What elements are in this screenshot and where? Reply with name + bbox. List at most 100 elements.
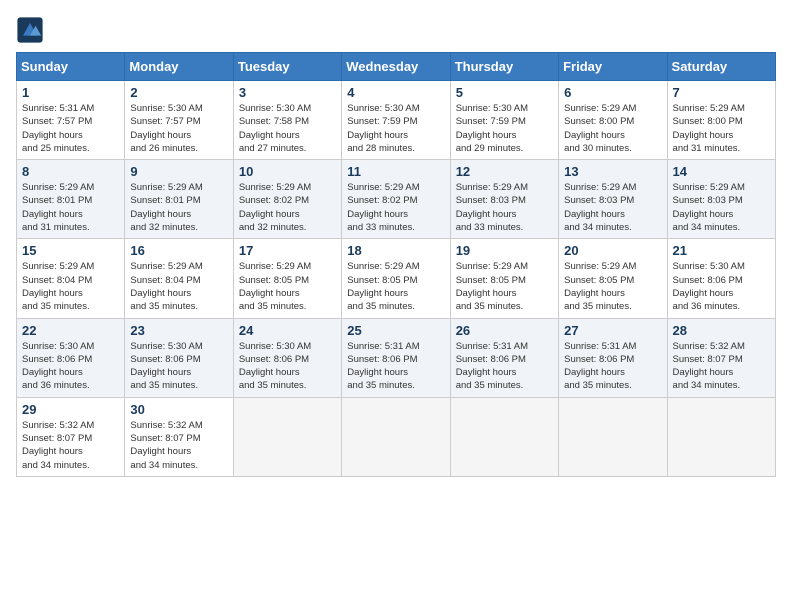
day-info: Sunrise: 5:29 AM Sunset: 8:00 PM Dayligh… (673, 102, 770, 155)
day-number: 10 (239, 164, 336, 179)
calendar-cell: 10 Sunrise: 5:29 AM Sunset: 8:02 PM Dayl… (233, 160, 341, 239)
calendar-cell: 26 Sunrise: 5:31 AM Sunset: 8:06 PM Dayl… (450, 318, 558, 397)
day-info: Sunrise: 5:29 AM Sunset: 8:05 PM Dayligh… (564, 260, 661, 313)
calendar-cell (559, 397, 667, 476)
calendar-cell: 17 Sunrise: 5:29 AM Sunset: 8:05 PM Dayl… (233, 239, 341, 318)
day-number: 2 (130, 85, 227, 100)
day-number: 5 (456, 85, 553, 100)
day-number: 20 (564, 243, 661, 258)
logo-icon (16, 16, 44, 44)
calendar-table: SundayMondayTuesdayWednesdayThursdayFrid… (16, 52, 776, 477)
column-header-monday: Monday (125, 53, 233, 81)
day-number: 26 (456, 323, 553, 338)
day-info: Sunrise: 5:29 AM Sunset: 8:03 PM Dayligh… (456, 181, 553, 234)
calendar-cell: 27 Sunrise: 5:31 AM Sunset: 8:06 PM Dayl… (559, 318, 667, 397)
day-number: 4 (347, 85, 444, 100)
day-info: Sunrise: 5:32 AM Sunset: 8:07 PM Dayligh… (673, 340, 770, 393)
calendar-cell: 28 Sunrise: 5:32 AM Sunset: 8:07 PM Dayl… (667, 318, 775, 397)
calendar-week-row: 15 Sunrise: 5:29 AM Sunset: 8:04 PM Dayl… (17, 239, 776, 318)
calendar-cell: 11 Sunrise: 5:29 AM Sunset: 8:02 PM Dayl… (342, 160, 450, 239)
day-number: 19 (456, 243, 553, 258)
day-number: 12 (456, 164, 553, 179)
calendar-cell: 3 Sunrise: 5:30 AM Sunset: 7:58 PM Dayli… (233, 81, 341, 160)
day-info: Sunrise: 5:29 AM Sunset: 8:01 PM Dayligh… (130, 181, 227, 234)
calendar-cell: 19 Sunrise: 5:29 AM Sunset: 8:05 PM Dayl… (450, 239, 558, 318)
page-header (16, 16, 776, 44)
day-info: Sunrise: 5:31 AM Sunset: 7:57 PM Dayligh… (22, 102, 119, 155)
calendar-cell: 29 Sunrise: 5:32 AM Sunset: 8:07 PM Dayl… (17, 397, 125, 476)
calendar-cell: 6 Sunrise: 5:29 AM Sunset: 8:00 PM Dayli… (559, 81, 667, 160)
calendar-cell: 12 Sunrise: 5:29 AM Sunset: 8:03 PM Dayl… (450, 160, 558, 239)
day-info: Sunrise: 5:29 AM Sunset: 8:05 PM Dayligh… (239, 260, 336, 313)
day-number: 22 (22, 323, 119, 338)
calendar-cell: 30 Sunrise: 5:32 AM Sunset: 8:07 PM Dayl… (125, 397, 233, 476)
calendar-week-row: 29 Sunrise: 5:32 AM Sunset: 8:07 PM Dayl… (17, 397, 776, 476)
calendar-cell: 8 Sunrise: 5:29 AM Sunset: 8:01 PM Dayli… (17, 160, 125, 239)
calendar-week-row: 8 Sunrise: 5:29 AM Sunset: 8:01 PM Dayli… (17, 160, 776, 239)
column-header-saturday: Saturday (667, 53, 775, 81)
day-number: 18 (347, 243, 444, 258)
day-number: 11 (347, 164, 444, 179)
day-number: 27 (564, 323, 661, 338)
column-header-thursday: Thursday (450, 53, 558, 81)
calendar-cell: 14 Sunrise: 5:29 AM Sunset: 8:03 PM Dayl… (667, 160, 775, 239)
day-info: Sunrise: 5:29 AM Sunset: 8:04 PM Dayligh… (22, 260, 119, 313)
day-info: Sunrise: 5:29 AM Sunset: 8:04 PM Dayligh… (130, 260, 227, 313)
day-number: 6 (564, 85, 661, 100)
day-info: Sunrise: 5:30 AM Sunset: 7:58 PM Dayligh… (239, 102, 336, 155)
day-number: 15 (22, 243, 119, 258)
day-info: Sunrise: 5:30 AM Sunset: 7:59 PM Dayligh… (347, 102, 444, 155)
day-info: Sunrise: 5:30 AM Sunset: 8:06 PM Dayligh… (673, 260, 770, 313)
day-info: Sunrise: 5:32 AM Sunset: 8:07 PM Dayligh… (22, 419, 119, 472)
calendar-cell: 23 Sunrise: 5:30 AM Sunset: 8:06 PM Dayl… (125, 318, 233, 397)
calendar-cell: 4 Sunrise: 5:30 AM Sunset: 7:59 PM Dayli… (342, 81, 450, 160)
day-info: Sunrise: 5:29 AM Sunset: 8:01 PM Dayligh… (22, 181, 119, 234)
calendar-cell: 2 Sunrise: 5:30 AM Sunset: 7:57 PM Dayli… (125, 81, 233, 160)
day-info: Sunrise: 5:29 AM Sunset: 8:05 PM Dayligh… (456, 260, 553, 313)
day-info: Sunrise: 5:30 AM Sunset: 8:06 PM Dayligh… (239, 340, 336, 393)
day-info: Sunrise: 5:32 AM Sunset: 8:07 PM Dayligh… (130, 419, 227, 472)
calendar-cell: 21 Sunrise: 5:30 AM Sunset: 8:06 PM Dayl… (667, 239, 775, 318)
column-header-wednesday: Wednesday (342, 53, 450, 81)
day-number: 9 (130, 164, 227, 179)
day-info: Sunrise: 5:29 AM Sunset: 8:05 PM Dayligh… (347, 260, 444, 313)
calendar-cell (450, 397, 558, 476)
day-number: 13 (564, 164, 661, 179)
day-number: 1 (22, 85, 119, 100)
column-header-tuesday: Tuesday (233, 53, 341, 81)
day-number: 30 (130, 402, 227, 417)
day-info: Sunrise: 5:29 AM Sunset: 8:02 PM Dayligh… (347, 181, 444, 234)
calendar-header-row: SundayMondayTuesdayWednesdayThursdayFrid… (17, 53, 776, 81)
calendar-cell: 20 Sunrise: 5:29 AM Sunset: 8:05 PM Dayl… (559, 239, 667, 318)
calendar-cell: 25 Sunrise: 5:31 AM Sunset: 8:06 PM Dayl… (342, 318, 450, 397)
day-number: 25 (347, 323, 444, 338)
day-info: Sunrise: 5:30 AM Sunset: 8:06 PM Dayligh… (22, 340, 119, 393)
calendar-cell: 5 Sunrise: 5:30 AM Sunset: 7:59 PM Dayli… (450, 81, 558, 160)
day-number: 14 (673, 164, 770, 179)
day-number: 24 (239, 323, 336, 338)
calendar-week-row: 22 Sunrise: 5:30 AM Sunset: 8:06 PM Dayl… (17, 318, 776, 397)
calendar-cell: 13 Sunrise: 5:29 AM Sunset: 8:03 PM Dayl… (559, 160, 667, 239)
calendar-cell (342, 397, 450, 476)
day-info: Sunrise: 5:30 AM Sunset: 8:06 PM Dayligh… (130, 340, 227, 393)
calendar-cell: 7 Sunrise: 5:29 AM Sunset: 8:00 PM Dayli… (667, 81, 775, 160)
day-number: 8 (22, 164, 119, 179)
day-info: Sunrise: 5:31 AM Sunset: 8:06 PM Dayligh… (564, 340, 661, 393)
calendar-cell: 16 Sunrise: 5:29 AM Sunset: 8:04 PM Dayl… (125, 239, 233, 318)
day-info: Sunrise: 5:31 AM Sunset: 8:06 PM Dayligh… (456, 340, 553, 393)
calendar-cell: 24 Sunrise: 5:30 AM Sunset: 8:06 PM Dayl… (233, 318, 341, 397)
day-number: 7 (673, 85, 770, 100)
day-info: Sunrise: 5:31 AM Sunset: 8:06 PM Dayligh… (347, 340, 444, 393)
calendar-cell (233, 397, 341, 476)
day-number: 17 (239, 243, 336, 258)
calendar-cell (667, 397, 775, 476)
day-number: 16 (130, 243, 227, 258)
calendar-week-row: 1 Sunrise: 5:31 AM Sunset: 7:57 PM Dayli… (17, 81, 776, 160)
day-number: 3 (239, 85, 336, 100)
column-header-sunday: Sunday (17, 53, 125, 81)
day-number: 23 (130, 323, 227, 338)
calendar-cell: 1 Sunrise: 5:31 AM Sunset: 7:57 PM Dayli… (17, 81, 125, 160)
calendar-cell: 15 Sunrise: 5:29 AM Sunset: 8:04 PM Dayl… (17, 239, 125, 318)
calendar-cell: 9 Sunrise: 5:29 AM Sunset: 8:01 PM Dayli… (125, 160, 233, 239)
day-info: Sunrise: 5:29 AM Sunset: 8:00 PM Dayligh… (564, 102, 661, 155)
